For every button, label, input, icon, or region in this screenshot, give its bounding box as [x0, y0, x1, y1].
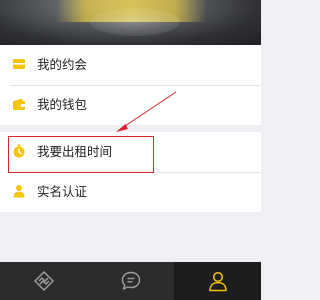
tab-messages[interactable] — [87, 262, 174, 300]
profile-icon — [208, 271, 227, 292]
handshake-icon — [33, 271, 54, 291]
tab-profile[interactable] — [174, 262, 261, 300]
bottom-tab-bar — [0, 262, 261, 300]
chat-icon — [121, 271, 140, 290]
tab-dating[interactable] — [0, 262, 87, 300]
annotation-arrow-icon — [116, 91, 177, 132]
